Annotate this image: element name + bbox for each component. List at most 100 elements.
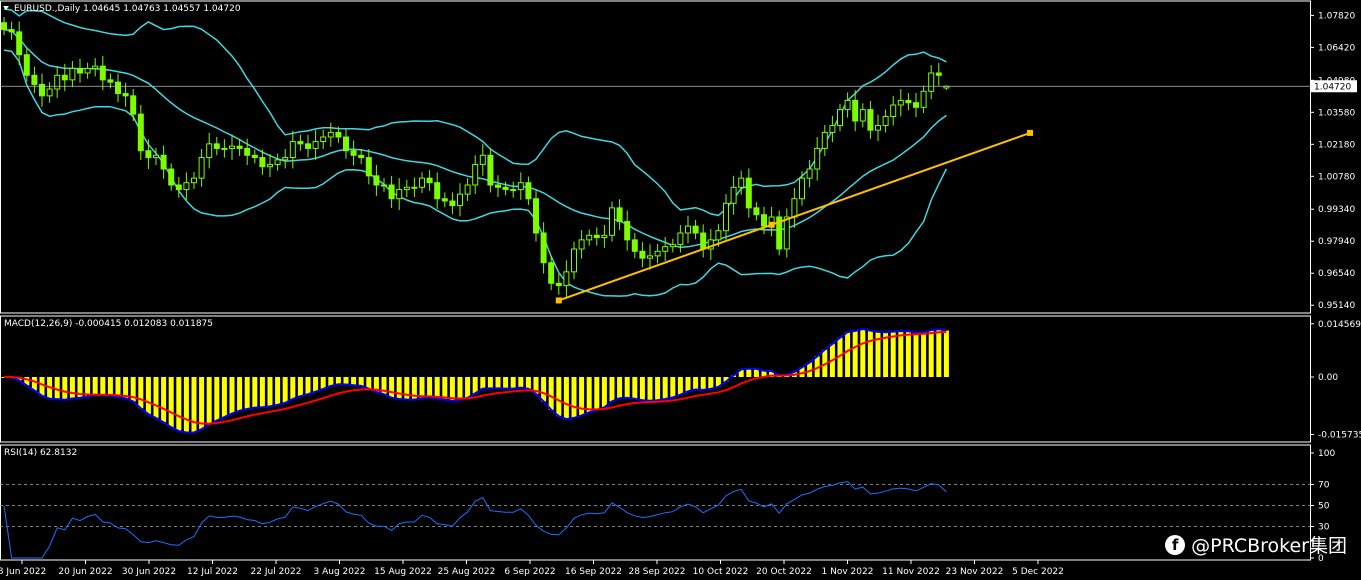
watermark: f @PRCBroker集团 [1165,531,1347,558]
macd-histogram-bar [267,376,273,407]
macd-histogram-bar [145,376,151,415]
date-tick-label: 10 Oct 2022 [693,567,749,577]
candle-body [890,104,897,117]
macd-histogram-bar [404,376,410,400]
macd-histogram-bar [419,376,425,399]
macd-histogram-bar [290,376,296,400]
macd-histogram-bar [624,376,630,398]
rsi-pane-frame [0,444,1311,561]
candle-body [913,102,919,108]
macd-histogram-bar [495,376,501,389]
chart-window: 1.078201.064201.049801.035801.021801.007… [0,0,1361,580]
macd-histogram-bar [62,376,68,400]
candle-body [327,131,334,138]
macd-histogram-bar [586,376,592,413]
macd-histogram-bar [655,376,661,401]
watermark-text: @PRCBroker集团 [1191,535,1347,557]
candle-body [244,147,251,156]
candle-body [213,143,220,149]
current-price-label: 1.04720 [1314,82,1351,92]
macd-histogram-bar [890,331,896,377]
macd-histogram-bar [457,376,463,401]
macd-histogram-bar [275,376,281,405]
date-tick-label: 16 Sep 2022 [565,567,622,577]
macd-histogram-bar [191,376,197,433]
candle-body [806,168,813,179]
chart-svg: 1.078201.064201.049801.035801.021801.007… [0,0,1361,577]
candle-body [449,200,456,207]
candle-body [274,159,281,165]
candle-body [206,143,213,159]
macd-histogram-bar [335,376,341,385]
candle-body [259,157,266,168]
rsi-tick-label: 100 [1318,449,1335,459]
candle-body [662,246,669,252]
macd-histogram-bar [548,376,554,410]
candle-body [533,198,539,234]
candle-body [791,198,798,218]
candle-body [145,150,152,159]
candle-body [730,186,737,204]
candle-body [251,154,258,159]
candle-body [441,198,448,202]
price-tick-label: 0.97940 [1318,237,1355,247]
macd-histogram-bar [746,368,752,377]
candle-body [411,186,418,189]
macd-histogram-bar [921,332,927,377]
candle-body [829,125,836,133]
macd-histogram-bar [107,376,113,396]
candle-body [540,232,547,264]
trendline-anchor [555,297,562,304]
candle-body [1,22,7,31]
candle-body [654,250,661,257]
date-tick-label: 6 Sep 2022 [504,567,555,577]
price-tick-label: 0.95140 [1318,301,1355,311]
macd-histogram-bar [693,376,699,390]
candle-body [897,99,904,106]
macd-histogram-bar [366,376,372,389]
candle-body [23,54,30,76]
candle-body [593,234,600,239]
rsi-line [3,481,947,559]
candle-body [160,154,167,170]
candle-body [99,65,106,81]
macd-histogram-bar [442,376,448,400]
macd-histogram-bar [221,376,227,418]
candle-body [631,239,638,252]
candle-body [198,157,205,179]
candle-body [426,177,433,184]
trendline-anchor [1027,129,1033,136]
macd-histogram-bar [259,376,265,408]
candle-body [464,184,471,195]
macd-histogram-bar [563,376,569,420]
price-tick-label: 1.02180 [1318,140,1355,150]
macd-histogram-bar [214,376,220,421]
candle-body [221,147,228,150]
macd-histogram-bar [351,376,357,386]
candle-body [122,93,129,97]
macd-histogram-bar [936,329,942,377]
candle-body [282,157,289,161]
candle-body [365,157,372,177]
macd-histogram-bar [343,376,349,385]
macd-tick-label: -0.015735 [1318,430,1361,440]
candle-body [578,239,585,250]
candle-body [548,262,555,284]
candle-body [434,182,441,200]
candle-body [168,168,175,186]
date-tick-label: 15 Aug 2022 [374,567,432,577]
candle-body [669,243,676,248]
macd-histogram-bar [503,376,509,389]
candle-body [882,115,889,127]
macd-histogram-bar [594,376,600,410]
macd-histogram-bar [541,376,547,402]
candle-body [350,150,357,156]
trendline-anchor [768,221,775,228]
macd-histogram-bar [913,332,919,377]
candle-body [16,31,23,56]
candle-body [905,99,912,104]
macd-histogram-bar [609,376,615,402]
candle-body [639,250,646,259]
candle-body [510,189,517,192]
macd-histogram-bar [898,330,904,377]
